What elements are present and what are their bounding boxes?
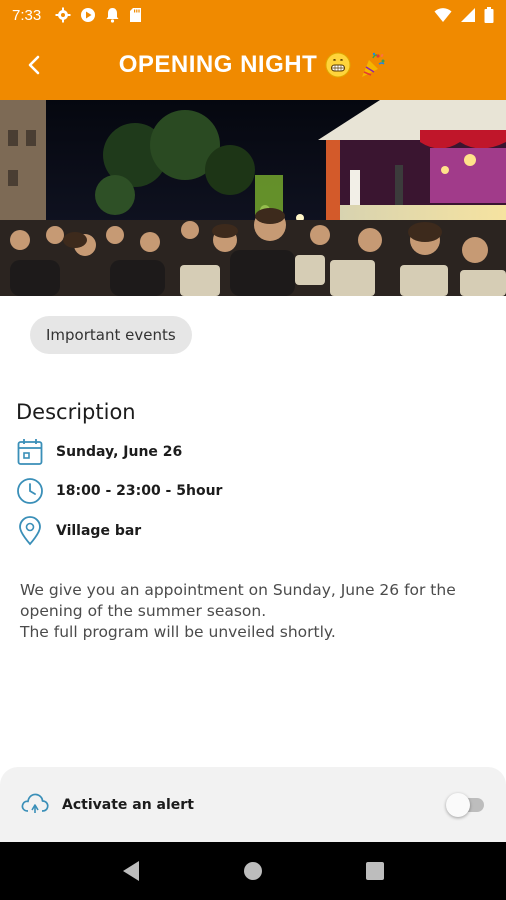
back-button[interactable] — [18, 50, 50, 80]
system-nav-bar — [0, 842, 506, 900]
page-title-text: OPENING NIGHT — [118, 51, 318, 78]
gear-icon — [55, 7, 71, 23]
status-bar: 7:33 — [0, 0, 506, 30]
clock-icon — [16, 477, 44, 505]
event-hero-image — [0, 100, 506, 296]
circle-home-icon — [244, 862, 262, 880]
status-icons-left — [55, 7, 142, 23]
sd-card-icon — [130, 8, 142, 22]
calendar-icon — [16, 438, 44, 466]
alert-card: Activate an alert — [0, 767, 506, 842]
location-row: Village bar — [16, 516, 142, 546]
app-bar: OPENING NIGHT — [0, 30, 506, 100]
alert-toggle[interactable] — [446, 792, 486, 817]
toggle-thumb — [446, 792, 470, 817]
event-time: 18:00 - 23:00 - 5hour — [56, 483, 223, 499]
bell-icon — [106, 8, 119, 23]
event-location: Village bar — [56, 523, 142, 539]
triangle-back-icon — [123, 861, 139, 881]
event-photo — [0, 100, 506, 296]
time-row: 18:00 - 23:00 - 5hour — [16, 477, 222, 505]
description-line-1: We give you an appointment on Sunday, Ju… — [20, 581, 456, 620]
grinning-face-emoji-icon — [325, 52, 351, 78]
description-heading: Description — [16, 400, 136, 424]
chevron-left-icon — [28, 55, 40, 75]
nav-recents-button[interactable] — [355, 851, 395, 891]
status-time: 7:33 — [12, 6, 42, 24]
page-title: OPENING NIGHT — [119, 51, 388, 79]
party-popper-emoji-icon — [362, 52, 385, 77]
nav-home-button[interactable] — [233, 851, 273, 891]
alert-label: Activate an alert — [62, 796, 194, 813]
status-icons-right — [434, 7, 494, 23]
battery-icon — [484, 7, 494, 23]
category-chip[interactable]: Important events — [30, 316, 192, 354]
play-store-icon — [81, 8, 96, 22]
cloud-alert-icon — [20, 791, 50, 819]
date-row: Sunday, June 26 — [16, 438, 182, 466]
description-line-2: The full program will be unveiled shortl… — [20, 623, 336, 641]
square-recents-icon — [366, 862, 384, 880]
signal-icon — [461, 8, 475, 22]
wifi-icon — [434, 8, 452, 22]
event-description-text: We give you an appointment on Sunday, Ju… — [20, 580, 490, 643]
event-date: Sunday, June 26 — [56, 444, 183, 460]
nav-back-button[interactable] — [111, 851, 151, 891]
location-pin-icon — [16, 516, 44, 546]
